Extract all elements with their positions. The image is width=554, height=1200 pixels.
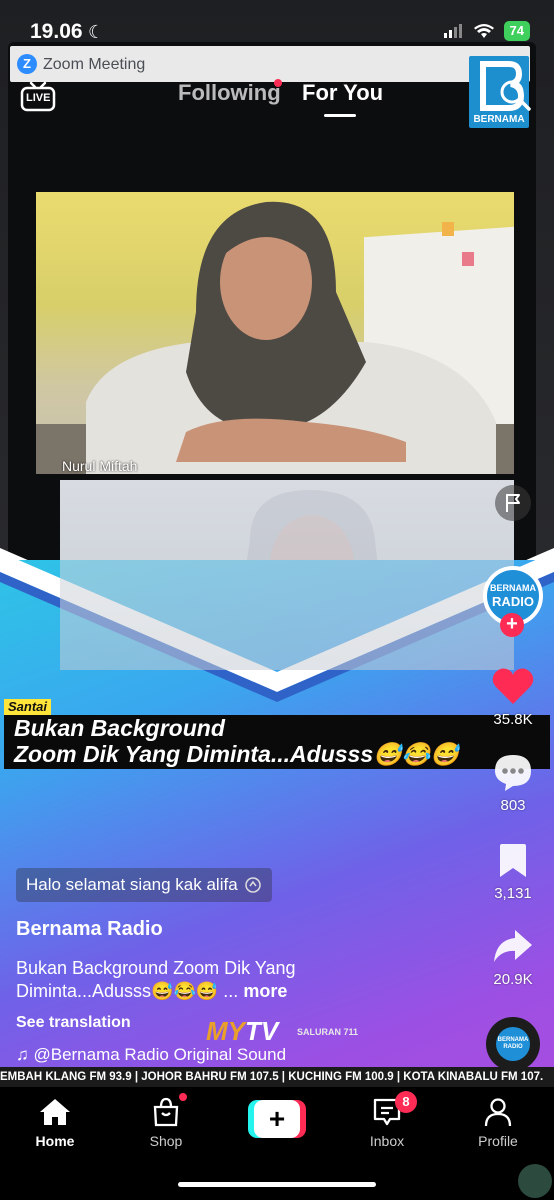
share-button[interactable]: 20.9K — [483, 926, 543, 988]
nav-home-label: Home — [35, 1133, 75, 1149]
mytv-channel: SALURAN 711 — [297, 1027, 359, 1037]
live-label: LIVE — [26, 92, 51, 104]
bookmark-icon — [500, 844, 526, 877]
status-indicators: 74 — [443, 21, 530, 41]
sound-disc-label: BERNAMA RADIO — [496, 1027, 530, 1061]
nav-inbox[interactable]: Inbox — [342, 1097, 432, 1149]
active-tab-indicator — [324, 114, 356, 117]
tab-for-you[interactable]: For You — [302, 80, 383, 106]
category-tag: Santai — [4, 699, 52, 715]
nav-profile[interactable]: Profile — [453, 1097, 543, 1149]
post-description[interactable]: Bukan Background Zoom Dik Yang Diminta..… — [16, 957, 396, 1003]
avatar-text-line-2: RADIO — [492, 594, 534, 609]
battery-indicator: 74 — [503, 21, 530, 41]
save-button[interactable]: 3,131 — [483, 840, 543, 902]
participant-name: Nurul Miftah — [62, 458, 138, 474]
status-time: 19.06 — [30, 20, 83, 43]
comment-count: 803 — [500, 797, 526, 814]
tab-following[interactable]: Following — [178, 80, 281, 106]
save-count: 3,131 — [494, 885, 532, 902]
headline-box: Bukan Background Zoom Dik Yang Diminta..… — [4, 715, 550, 769]
report-button[interactable] — [495, 485, 531, 521]
participant-tile-2-overlay — [60, 480, 514, 670]
profile-icon — [484, 1098, 512, 1127]
shop-bag-icon — [153, 1097, 179, 1127]
mytv-logo: MYTV — [206, 1016, 278, 1047]
nav-profile-label: Profile — [478, 1133, 518, 1149]
flag-icon — [506, 494, 520, 512]
see-translation-link[interactable]: See translation — [16, 1014, 131, 1032]
mytv-tv: TV — [245, 1016, 279, 1046]
heart-icon — [492, 668, 534, 704]
headline-line-1: Bukan Background — [14, 715, 225, 741]
participant-figure — [86, 201, 496, 474]
like-count: 35.8K — [493, 711, 533, 728]
participant-tile-1 — [36, 192, 514, 474]
nav-inbox-label: Inbox — [369, 1133, 405, 1149]
plus-icon: + — [254, 1100, 300, 1138]
news-ticker: EMBAH KLANG FM 93.9 | JOHOR BAHRU FM 107… — [0, 1067, 554, 1087]
zoom-logo-icon: Z — [17, 54, 37, 74]
shop-notification-dot — [179, 1093, 187, 1101]
home-indicator[interactable] — [178, 1182, 376, 1187]
nav-home[interactable]: Home — [10, 1097, 100, 1149]
following-notification-dot — [274, 79, 282, 87]
zoom-window-title: Zoom Meeting — [43, 56, 146, 73]
share-icon — [494, 930, 532, 962]
headline-line-2: Zoom Dik Yang Diminta...Adusss😅😂😅 — [14, 741, 460, 767]
comment-button[interactable]: 803 — [483, 752, 543, 814]
moon-icon: ☾ — [88, 22, 105, 42]
inbox-badge: 8 — [395, 1091, 417, 1113]
comment-preview[interactable]: Halo selamat siang kak alifa — [16, 868, 272, 902]
share-count: 20.9K — [493, 971, 533, 988]
signal-icon — [443, 24, 462, 38]
like-button[interactable]: 35.8K — [483, 666, 543, 728]
comment-icon — [495, 755, 531, 791]
home-icon — [40, 1099, 70, 1125]
wifi-icon — [473, 23, 494, 38]
live-button[interactable]: LIVE — [20, 80, 56, 112]
mytv-my: MY — [206, 1016, 245, 1046]
follow-button[interactable]: + — [500, 613, 524, 637]
search-icon — [500, 80, 531, 111]
create-button[interactable]: + — [248, 1100, 306, 1138]
sound-link[interactable]: ♫ @Bernama Radio Original Sound — [16, 1045, 286, 1065]
author-name[interactable]: Bernama Radio — [16, 918, 163, 941]
search-button[interactable] — [498, 78, 532, 117]
sound-disc[interactable]: BERNAMA RADIO — [486, 1017, 540, 1071]
nav-shop-label: Shop — [149, 1133, 183, 1149]
nav-shop[interactable]: Shop — [121, 1097, 211, 1149]
more-link[interactable]: more — [243, 981, 287, 1001]
comment-preview-text: Halo selamat siang kak alifa — [26, 875, 238, 894]
avatar-text-line-1: BERNAMA — [490, 583, 536, 593]
floating-sticker[interactable] — [518, 1164, 552, 1198]
reply-icon — [244, 877, 261, 893]
